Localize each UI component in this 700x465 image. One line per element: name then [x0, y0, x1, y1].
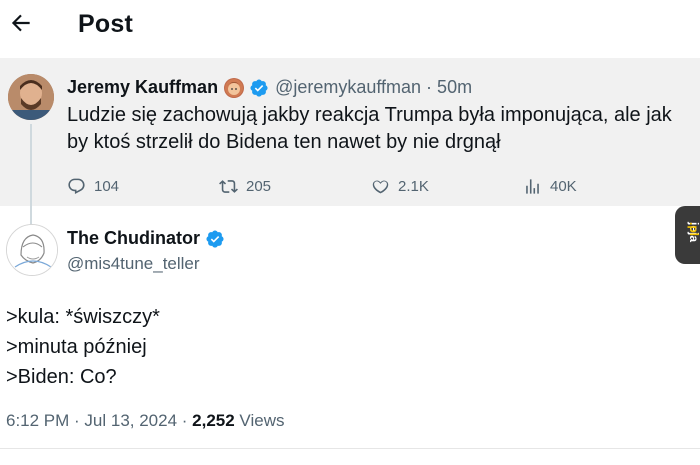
watermark-tld: .pl	[687, 222, 700, 236]
post-timestamp-views: 6:12 PM · Jul 13, 2024 · 2,252 Views	[6, 411, 284, 431]
verified-badge-icon	[206, 229, 224, 248]
divider	[0, 448, 700, 449]
heart-icon	[372, 180, 389, 193]
site-watermark-logo: jeja .pl	[675, 206, 700, 264]
verified-badge-icon	[250, 78, 268, 97]
avatar-jeremy[interactable]	[8, 74, 54, 120]
repost-button[interactable]: 205	[219, 174, 271, 198]
handle-and-time: @jeremykauffman · 50m	[275, 77, 473, 97]
parent-post[interactable]: Jeremy Kauffman @jeremykauffman · 50m Lu…	[0, 58, 700, 274]
face-emoji-icon	[224, 77, 245, 98]
parent-post-meta: Jeremy Kauffman @jeremykauffman · 50m	[67, 77, 472, 98]
bar-chart-icon	[526, 178, 539, 194]
reply-author-name[interactable]: The Chudinator	[67, 228, 200, 249]
reply-author-row: The Chudinator	[67, 228, 225, 249]
views-label: Views	[234, 411, 285, 430]
reply-line: >Biden: Co?	[6, 366, 117, 388]
repost-icon	[219, 179, 238, 193]
views-button[interactable]: 40K	[523, 174, 577, 198]
reply-count: 104	[94, 177, 120, 195]
post-timestamp[interactable]: 6:12 PM · Jul 13, 2024 ·	[6, 411, 192, 430]
views-count: 40K	[550, 177, 577, 195]
views-number: 2,252	[192, 411, 235, 430]
repost-count: 205	[246, 177, 272, 195]
like-count: 2.1K	[398, 177, 429, 195]
reply-button[interactable]: 104	[67, 174, 119, 198]
avatar-chudinator[interactable]	[6, 224, 58, 276]
reply-line: >minuta później	[6, 336, 147, 358]
author-name[interactable]: Jeremy Kauffman	[67, 77, 218, 98]
reply-line: >kula: *świszczy*	[6, 306, 160, 328]
parent-post-text: Ludzie się zachowują jakby reakcja Trump…	[67, 104, 672, 153]
like-button[interactable]: 2.1K	[371, 174, 429, 198]
back-arrow-icon[interactable]	[8, 10, 34, 36]
reply-icon	[68, 178, 85, 194]
page-title: Post	[78, 10, 133, 38]
reply-handle[interactable]: @mis4tune_teller	[67, 254, 200, 274]
reply-post-text: >kula: *świszczy* >minuta później >Biden…	[6, 302, 160, 392]
post-header: Post	[0, 0, 700, 52]
post-actions: 104 205 2.1K 40K	[67, 174, 687, 198]
